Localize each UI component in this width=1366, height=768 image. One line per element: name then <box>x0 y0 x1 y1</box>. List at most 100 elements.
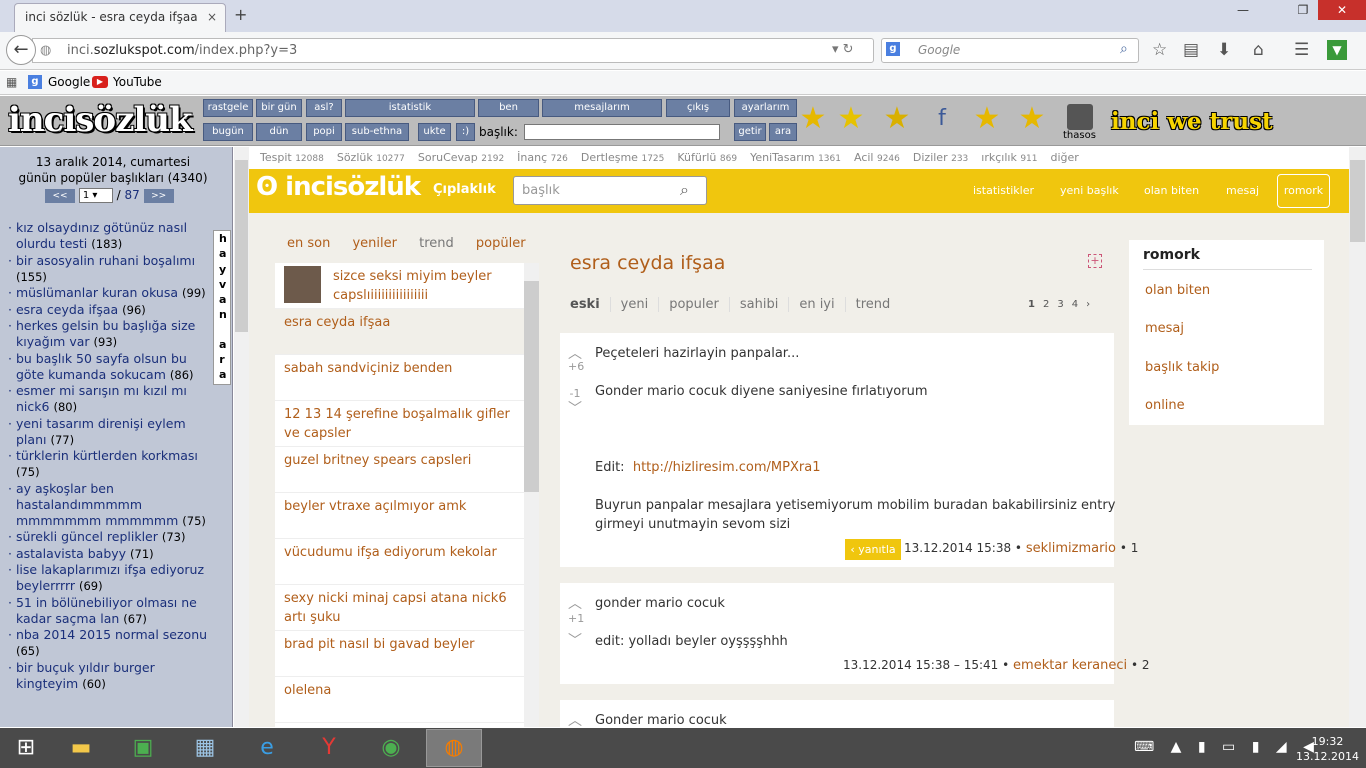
twitter-bird-icon[interactable]: ★ <box>796 101 830 137</box>
extension-icon[interactable]: ▼ <box>1327 40 1347 60</box>
sidebar-topic[interactable]: · ay aşkoşlar ben hastalandımmmmm mmmmmm… <box>8 481 208 529</box>
topic-title[interactable]: astalavista babyy <box>16 546 126 561</box>
topic-title[interactable]: türklerin kürtlerden korkması <box>16 448 198 463</box>
sidebar-topic[interactable]: · astalavista babyy (71) <box>8 546 208 562</box>
upvote-icon[interactable]: ︿ <box>568 710 582 730</box>
reply-button[interactable]: ‹ yanıtla <box>845 539 901 560</box>
nav-sub-ethna[interactable]: sub-ethna <box>345 123 409 141</box>
sidebar-topic[interactable]: · lise lakaplarımızı ifşa ediyoruz beyle… <box>8 562 208 594</box>
sidebar-topic[interactable]: · nba 2014 2015 normal sezonu (65) <box>8 627 208 659</box>
sidebar-topic[interactable]: · türklerin kürtlerden korkması (75) <box>8 448 208 480</box>
sidebar-topic[interactable]: · yeni tasarım direnişi eylem planı (77) <box>8 416 208 448</box>
sidebar-topic[interactable]: · bu başlık 50 sayfa olsun bu göte kuman… <box>8 351 208 383</box>
internet-explorer-icon[interactable]: e <box>245 731 289 765</box>
topic-title[interactable]: bu başlık 50 sayfa olsun bu göte kumanda… <box>16 351 187 382</box>
category-link[interactable]: Diziler 233 <box>913 151 968 164</box>
close-tab-icon[interactable]: × <box>207 10 217 24</box>
reload-icon[interactable]: ▾ ↻ <box>832 42 854 57</box>
apps-grid-icon[interactable]: ▦ <box>6 75 17 89</box>
nav-ben[interactable]: ben <box>478 99 539 117</box>
left-list-item[interactable]: vücudumu ifşa ediyorum kekolar <box>275 539 524 585</box>
sidebar-scroll-thumb[interactable] <box>235 160 248 332</box>
home-icon[interactable]: ⌂ <box>1253 40 1264 60</box>
sidebar-topic[interactable]: · esra ceyda ifşaa (96) <box>8 302 208 318</box>
tab-trend[interactable]: trend <box>419 236 454 251</box>
link-istatistikler[interactable]: istatistikler <box>973 184 1034 197</box>
sidebar-topic[interactable]: · 51 in bölünebiliyor olması ne kadar sa… <box>8 595 208 627</box>
tab-populer[interactable]: popüler <box>476 236 526 251</box>
entry-number[interactable]: • 1 <box>1120 541 1139 555</box>
link-yeni-baslik[interactable]: yeni başlık <box>1060 184 1119 197</box>
url-bar[interactable]: inci.sozlukspot.com/index.php?y=3 <box>32 38 874 63</box>
left-list-item[interactable]: beyler vtraxe açılmıyor amk <box>275 493 524 539</box>
sort-en-iyi[interactable]: en iyi <box>788 297 844 312</box>
left-list-item[interactable]: esra ceyda ifşaa <box>275 309 524 355</box>
sort-yeni[interactable]: yeni <box>609 297 659 312</box>
ara-button[interactable]: ara <box>769 123 797 141</box>
star-avatar-icon[interactable]: ★ <box>834 101 868 137</box>
tab-en-son[interactable]: en son <box>287 236 330 251</box>
nav-popi[interactable]: popi <box>306 123 342 141</box>
menu-icon[interactable]: ☰ <box>1294 40 1309 60</box>
left-list-item[interactable]: sabah sandviçiniz benden <box>275 355 524 401</box>
left-list-item[interactable]: 12 13 14 şerefine boşalmalık gifler ve c… <box>275 401 524 447</box>
page-4[interactable]: 4 <box>1072 299 1078 310</box>
tab-yeniler[interactable]: yeniler <box>352 236 397 251</box>
entry-author[interactable]: seklimizmario <box>1026 541 1116 556</box>
back-icon[interactable]: ← <box>6 35 36 65</box>
category-link[interactable]: ırkçılık 911 <box>981 151 1037 164</box>
chrome-icon[interactable]: ◉ <box>369 731 413 765</box>
entry-number[interactable]: • 2 <box>1131 658 1150 672</box>
topic-title[interactable]: esmer mi sarışın mı kızıl mı nick6 <box>16 383 187 414</box>
nav-bugun[interactable]: bugün <box>203 123 253 141</box>
page-3[interactable]: 3 <box>1057 299 1063 310</box>
browser-tab[interactable]: inci sözlük - esra ceyda ifşaa × <box>14 3 226 32</box>
nav-ayarlarim[interactable]: ayarlarım <box>734 99 797 117</box>
baslik-search-input[interactable]: başlık <box>513 176 707 205</box>
nav-bir-gun[interactable]: bir gün <box>256 99 302 117</box>
topic-title[interactable]: 51 in bölünebiliyor olması ne kadar saçm… <box>16 595 197 626</box>
sidebar-topic[interactable]: · bir buçuk yıldır burger kingteyim (60) <box>8 660 208 692</box>
site-logo[interactable]: incisözlük <box>8 100 193 140</box>
clock[interactable]: 19:32 13.12.2014 <box>1296 734 1359 764</box>
windows-start-icon[interactable]: ⊞ <box>4 731 48 765</box>
download-icon[interactable]: ⬇ <box>1217 40 1231 60</box>
category-link[interactable]: Sözlük 10277 <box>337 151 405 164</box>
sort-sahibi[interactable]: sahibi <box>728 297 788 312</box>
nav-smile[interactable]: :) <box>456 123 475 141</box>
romork-mesaj[interactable]: mesaj <box>1145 321 1184 336</box>
google-icon[interactable]: g <box>886 42 900 56</box>
topic-title[interactable]: ay aşkoşlar ben hastalandımmmmm mmmmmmm … <box>16 481 178 528</box>
downvote-icon[interactable]: ﹀ <box>568 398 582 418</box>
reading-list-icon[interactable]: ▤ <box>1183 40 1199 60</box>
face-avatar-icon[interactable]: ★ <box>880 101 914 137</box>
next-page-button[interactable]: >> <box>143 188 174 203</box>
left-list-item[interactable]: guzel britney spears capsleri <box>275 447 524 493</box>
wizard-avatar-icon[interactable]: ★ <box>970 101 1004 137</box>
nav-cikis[interactable]: çıkış <box>666 99 730 117</box>
topic-title[interactable]: yeni tasarım direnişi eylem planı <box>16 416 186 447</box>
page-total[interactable]: 87 <box>125 188 140 202</box>
nav-ukte[interactable]: ukte <box>418 123 451 141</box>
topic-thumbnail[interactable] <box>284 266 321 303</box>
facebook-icon[interactable]: f <box>925 101 959 137</box>
hayvan-ara-button[interactable]: h a y v a n a r a <box>213 230 231 385</box>
next-page-icon[interactable]: › <box>1086 299 1090 310</box>
page-2[interactable]: 2 <box>1043 299 1049 310</box>
sidebar-topic[interactable]: · müslümanlar kuran okusa (99) <box>8 285 208 301</box>
left-list-item[interactable]: sexy nicki minaj capsi atana nick6 artı … <box>275 585 524 631</box>
category-link[interactable]: SoruCevap 2192 <box>418 151 504 164</box>
category-link[interactable]: diğer <box>1051 151 1079 164</box>
entry-author[interactable]: emektar keraneci <box>1013 658 1127 673</box>
nav-rastgele[interactable]: rastgele <box>203 99 253 117</box>
minimize-icon[interactable]: — <box>1228 0 1258 20</box>
sidebar-topic[interactable]: · kız olsaydınız götünüz nasıl olurdu te… <box>8 220 208 252</box>
firefox-icon[interactable]: ◍ <box>432 731 476 765</box>
search-icon[interactable]: ⌕ <box>1120 41 1128 57</box>
search-input[interactable]: Google <box>881 38 1139 63</box>
sidebar-topic[interactable]: · sürekli güncel replikler (73) <box>8 529 208 545</box>
topic-title[interactable]: esra ceyda ifşaa <box>16 302 118 317</box>
left-list-item[interactable]: brad pit nasıl bi gavad beyler <box>275 631 524 677</box>
system-tray-icons[interactable]: ⌨ ▲ ▮ ▭ ▮ ◢ ◀ <box>1134 739 1320 755</box>
file-explorer-icon[interactable]: ▬ <box>59 731 103 765</box>
